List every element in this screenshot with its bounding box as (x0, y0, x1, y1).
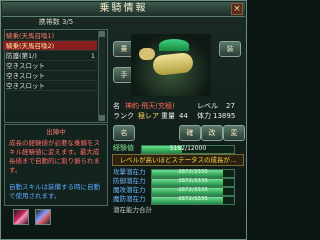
desc-heading: 出陣中 (46, 128, 66, 136)
potential-total-label: 潜在能力合計 (113, 206, 152, 214)
equip-button[interactable]: 装 (219, 41, 241, 57)
modify-button[interactable]: 改 (201, 125, 223, 141)
skill-icon[interactable] (13, 209, 29, 225)
name-button[interactable]: 名 (113, 125, 135, 141)
window-title: 乗騎情報 (99, 3, 148, 14)
list-item[interactable]: 空きスロット (3, 81, 97, 91)
list-scrollbar[interactable] (98, 31, 105, 121)
desc-note: 自動スキルは装備する時に自動で使用されます。 (9, 183, 100, 200)
description-panel: 出陣中 成長の経験値が必要な乗騎をスキル経験値に変えます。最大成長値まで自動的に… (4, 124, 108, 206)
stat-bar-text: 2872/3335 (178, 187, 208, 193)
scroll-down-arrow[interactable] (99, 115, 105, 121)
stat-bar: 2872/3335 (151, 196, 235, 205)
list-item[interactable]: 空きスロット (3, 61, 97, 71)
change-button[interactable]: 変 (223, 125, 245, 141)
desc-body: 成長の経験値が必要な乗騎をスキル経験値に変えます。最大成長値まで自動的に割り振ら… (9, 139, 100, 174)
stat-bar-text: 2872/3335 (178, 196, 208, 202)
scroll-up-arrow[interactable] (99, 31, 105, 37)
list-item[interactable]: 空きスロット (3, 71, 97, 81)
level-value: 27 (226, 102, 235, 110)
level-label: レベル (197, 102, 218, 110)
mount-body (152, 51, 194, 77)
stat-bar: 2872/3335 (151, 187, 235, 196)
weight-label: 重量 (161, 112, 175, 120)
stat-label: 魔攻潜在力 (113, 186, 146, 194)
stat-label: 魔防潜在力 (113, 195, 146, 203)
mount-head (139, 48, 155, 60)
exp-label: 経験値 (113, 144, 134, 152)
mount-wing (159, 39, 189, 51)
weight-value: 44 (179, 112, 188, 120)
list-item-label: 空きスロット (6, 82, 45, 90)
stat-bar: 2872/3335 (151, 178, 235, 187)
hp-label: 体力 (197, 112, 211, 120)
stat-bar-text: 2872/3335 (178, 169, 208, 175)
title-bar[interactable]: 乗騎情報 × (2, 2, 245, 17)
list-item-label: 騎乗(天馬召喚2) (6, 42, 55, 50)
list-item-label: 空きスロット (6, 62, 45, 70)
mount-name-label: 名 (113, 102, 120, 110)
list-item-label: 防護(第1/) (6, 52, 37, 60)
list-item-label: 空きスロット (6, 72, 45, 80)
item-icon[interactable] (35, 209, 51, 225)
exp-bar: 5182/12000 (141, 145, 235, 154)
rank-label: ランク (113, 112, 134, 120)
list-item[interactable]: 騎乗(天馬召喚1) (3, 31, 97, 41)
close-button[interactable]: × (231, 3, 243, 15)
list-item[interactable]: 騎乗(天馬召喚2) (3, 41, 97, 51)
exp-bar-text: 5182/12000 (169, 145, 207, 152)
stat-bar: 2872/3335 (151, 169, 235, 178)
stat-label: 攻撃潜在力 (113, 168, 146, 176)
list-item-count: 1 (90, 52, 95, 60)
mount-preview (131, 34, 211, 96)
list-item-label: 騎乗(天馬召喚1) (6, 32, 55, 40)
level-notice: レベルが高いほどステータスの成長が… (112, 154, 244, 166)
rank-value: 極レア (138, 112, 159, 120)
mount-name: 神約·飛天(究極) (125, 102, 175, 110)
hp-value: 13895 (213, 112, 236, 120)
list-item[interactable]: 防護(第1/) 1 (3, 51, 97, 61)
slot-count: 携帯数 3/5 (38, 18, 74, 26)
confirm-button[interactable]: 確 (179, 125, 201, 141)
stat-label: 防御潜在力 (113, 177, 146, 185)
stat-bar-text: 2872/3335 (178, 178, 208, 184)
mount-info-window: 乗騎情報 × 携帯数 3/5 騎乗(天馬召喚1) 騎乗(天馬召喚2) 防護(第1… (0, 0, 247, 240)
